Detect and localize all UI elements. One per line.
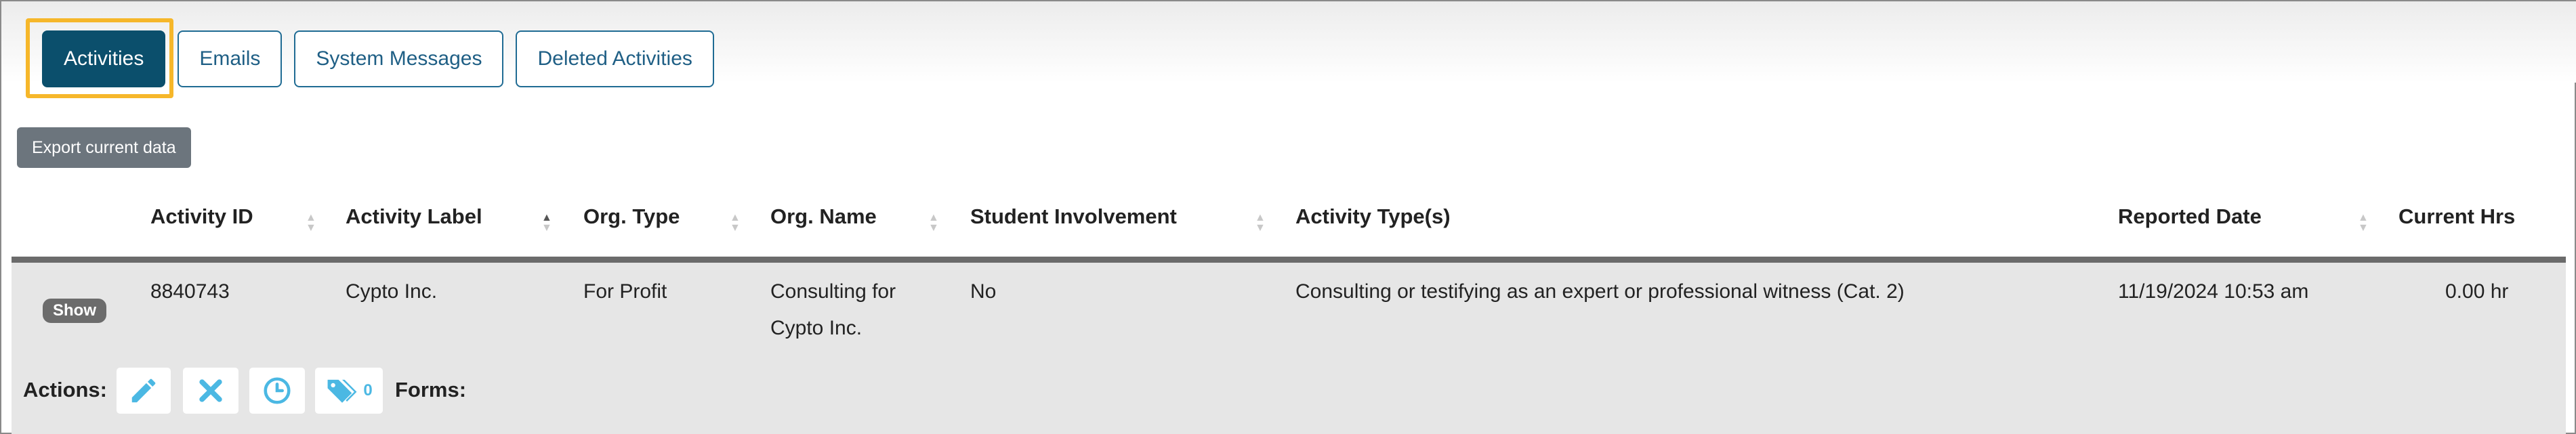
sort-icon[interactable]: ▲ ▼	[928, 213, 939, 234]
sort-icon[interactable]: ▲ ▼	[2358, 213, 2369, 234]
table-header: Activity ID ▲ ▼ Activity Label ▲ ▼ Org. Ty…	[1, 204, 2576, 246]
tab-emails[interactable]: Emails	[178, 30, 283, 87]
focus-highlight	[26, 18, 173, 98]
sort-icon[interactable]: ▲ ▼	[1255, 213, 1266, 234]
column-header-activity-types[interactable]: Activity Type(s)	[1295, 204, 1451, 229]
sort-icon[interactable]: ▲ ▼	[306, 213, 316, 234]
cell-org-name-line1: Consulting for	[770, 280, 896, 303]
sort-icon[interactable]: ▲ ▼	[541, 213, 552, 234]
cell-activity-types: Consulting or testifying as an expert or…	[1295, 280, 1905, 303]
pencil-icon	[131, 378, 156, 403]
tab-system-messages[interactable]: System Messages	[294, 30, 504, 87]
column-header-reported-date[interactable]: Reported Date	[2118, 204, 2262, 229]
delete-button[interactable]	[183, 368, 238, 414]
cell-current-hrs: 0.00 hr	[2445, 280, 2509, 303]
column-header-student-involvement[interactable]: Student Involvement	[970, 204, 1177, 229]
actions-label: Actions:	[23, 378, 107, 402]
history-button[interactable]	[249, 368, 305, 414]
column-header-activity-id[interactable]: Activity ID	[150, 204, 253, 229]
tag-icon	[327, 379, 357, 403]
table-row: Show 8840743 Cypto Inc. For Profit Consu…	[12, 263, 2566, 434]
column-header-org-name[interactable]: Org. Name	[770, 204, 877, 229]
cell-student-involvement: No	[970, 280, 997, 303]
export-current-data-button[interactable]: Export current data	[17, 127, 191, 168]
close-icon	[199, 379, 222, 402]
column-header-org-type[interactable]: Org. Type	[583, 204, 680, 229]
clock-icon	[264, 377, 291, 404]
forms-label: Forms:	[395, 378, 467, 402]
cell-activity-id: 8840743	[150, 280, 230, 303]
show-button[interactable]: Show	[43, 299, 106, 323]
column-header-activity-label[interactable]: Activity Label	[346, 204, 482, 229]
header-divider	[12, 257, 2566, 263]
cell-activity-label: Cypto Inc.	[346, 280, 438, 303]
cell-org-name-line2: Cypto Inc.	[770, 317, 863, 339]
edit-button[interactable]	[117, 368, 171, 414]
cell-reported-date: 11/19/2024 10:53 am	[2118, 280, 2309, 303]
sort-icon[interactable]: ▲ ▼	[730, 213, 741, 234]
cell-org-type: For Profit	[583, 280, 667, 303]
tags-button[interactable]: 0	[315, 368, 383, 414]
tag-count: 0	[363, 381, 373, 399]
tab-deleted-activities[interactable]: Deleted Activities	[516, 30, 714, 87]
column-header-current-hrs[interactable]: Current Hrs	[2398, 204, 2515, 229]
